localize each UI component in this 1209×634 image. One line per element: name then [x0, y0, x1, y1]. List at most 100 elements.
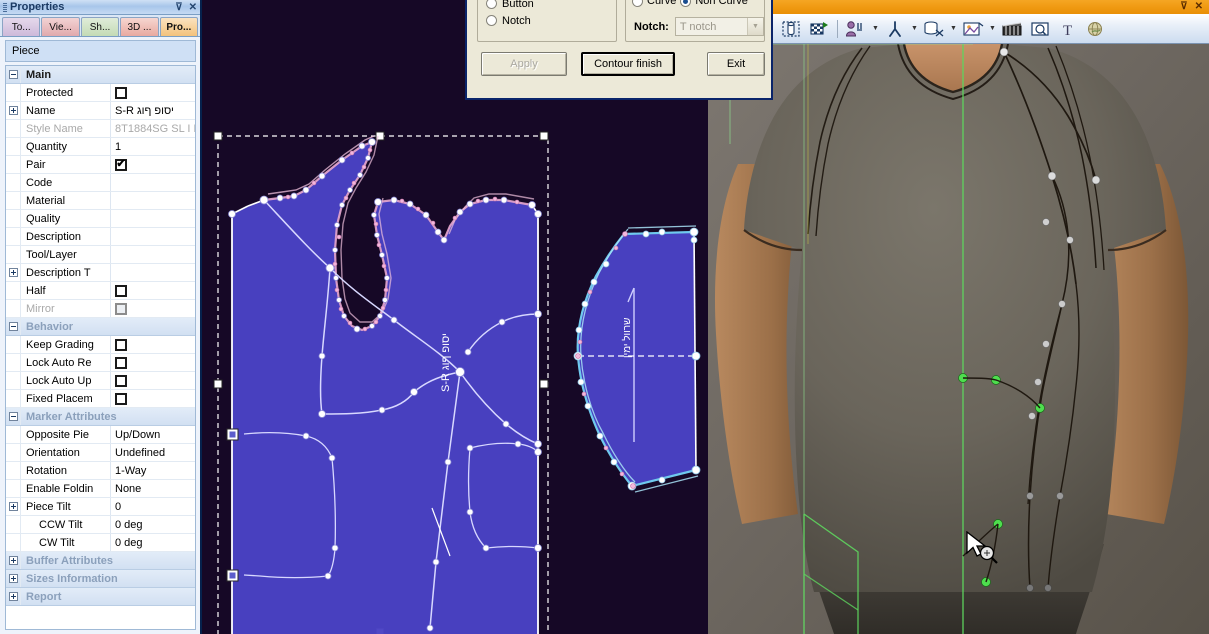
property-row[interactable]: Lock Auto Re [6, 354, 195, 372]
property-value[interactable]: S-R יסופ ףוג [111, 102, 195, 119]
tab-shape[interactable]: Sh... [80, 17, 120, 36]
close-icon[interactable]: ✕ [1195, 2, 1203, 12]
texture-map-icon[interactable] [960, 17, 986, 41]
property-group-main[interactable]: Main [6, 66, 195, 84]
expand-icon[interactable] [6, 264, 21, 281]
chevron-down-icon[interactable]: ▼ [988, 17, 997, 41]
property-value[interactable]: None [111, 480, 195, 497]
property-row[interactable]: Enable Foldin None [6, 480, 195, 498]
radio-button-option[interactable]: Button [478, 0, 616, 12]
property-value[interactable] [111, 390, 195, 407]
expand-icon[interactable] [6, 498, 21, 515]
pin-icon[interactable]: ⊽ [1180, 2, 1187, 12]
pin-icon[interactable]: ⊽ [175, 2, 182, 13]
property-group-behavior[interactable]: Behavior [6, 318, 195, 336]
property-value[interactable]: 1-Way [111, 462, 195, 479]
tab-tools[interactable]: To... [2, 17, 41, 36]
3d-viewport-panel[interactable]: ⊽ ✕ ▼ ▼ ▼ ▼ T [708, 0, 1209, 634]
property-value[interactable] [111, 246, 195, 263]
property-value[interactable] [111, 210, 195, 227]
properties-grid-container[interactable]: Main Protected Name S-R יסופ ףוג Style Name 8… [5, 65, 196, 630]
radio-indicator-non-curve[interactable] [680, 0, 692, 7]
snapshot-icon[interactable] [1027, 17, 1053, 41]
exit-button[interactable]: Exit [707, 52, 765, 76]
radio-notch-option[interactable]: Notch [478, 12, 616, 29]
property-row[interactable]: CW Tilt 0 deg [6, 534, 195, 552]
property-row[interactable]: Description T [6, 264, 195, 282]
property-row[interactable]: Keep Grading [6, 336, 195, 354]
property-value[interactable] [111, 84, 195, 101]
object-type-field[interactable]: Piece [5, 40, 196, 62]
property-row[interactable]: Description [6, 228, 195, 246]
fabric-swatch-icon[interactable] [806, 17, 832, 41]
property-value[interactable]: Up/Down [111, 426, 195, 443]
property-group-report[interactable]: Report [6, 588, 195, 606]
collapse-icon[interactable] [6, 66, 21, 83]
property-row[interactable]: CCW Tilt 0 deg [6, 516, 195, 534]
chevron-down-icon[interactable]: ▼ [910, 17, 919, 41]
checkbox[interactable] [115, 86, 127, 99]
property-value[interactable] [111, 282, 195, 299]
property-row[interactable]: Material [6, 192, 195, 210]
property-value[interactable]: 0 deg [111, 516, 195, 533]
property-value[interactable] [111, 336, 195, 353]
tab-properties[interactable]: Pro... [159, 17, 199, 36]
property-value[interactable] [111, 372, 195, 389]
property-row[interactable]: Fixed Placem [6, 390, 195, 408]
pose-icon[interactable] [882, 17, 908, 41]
property-group-marker-attributes[interactable]: Marker Attributes [6, 408, 195, 426]
property-row[interactable]: Orientation Undefined [6, 444, 195, 462]
property-row[interactable]: Quality [6, 210, 195, 228]
chevron-down-icon[interactable]: ▼ [949, 17, 958, 41]
chevron-down-icon[interactable]: ▼ [871, 17, 880, 41]
property-row[interactable]: Protected [6, 84, 195, 102]
property-row[interactable]: Quantity 1 [6, 138, 195, 156]
property-row[interactable]: Pair ✔ [6, 156, 195, 174]
select-region-icon[interactable] [778, 17, 804, 41]
checkbox[interactable]: ✔ [115, 158, 127, 171]
tab-three-d[interactable]: 3D ... [120, 17, 159, 36]
property-value[interactable]: Undefined [111, 444, 195, 461]
tab-view[interactable]: Vie... [41, 17, 80, 36]
body-front-piece[interactable]: S-R יסופ ףוג [226, 135, 542, 634]
apply-button[interactable]: Apply [481, 52, 567, 76]
property-row[interactable]: Lock Auto Up [6, 372, 195, 390]
checkbox[interactable] [115, 356, 127, 369]
property-value[interactable]: 0 [111, 498, 195, 515]
checkbox[interactable] [115, 338, 127, 351]
property-row[interactable]: Code [6, 174, 195, 192]
property-value[interactable]: 0 deg [111, 534, 195, 551]
radio-indicator-curve[interactable] [632, 0, 643, 7]
property-value[interactable] [111, 228, 195, 245]
expand-icon[interactable] [6, 570, 21, 587]
3d-scene[interactable] [708, 44, 1209, 634]
property-group-sizes-information[interactable]: Sizes Information [6, 570, 195, 588]
checkbox[interactable] [115, 374, 127, 387]
property-group-buffer-attributes[interactable]: Buffer Attributes [6, 552, 195, 570]
property-row[interactable]: Style Name8T1884SG SL I LIII [6, 120, 195, 138]
property-value[interactable]: 1 [111, 138, 195, 155]
property-value[interactable]: ✔ [111, 156, 195, 173]
expand-icon[interactable] [6, 552, 21, 569]
expand-icon[interactable] [6, 102, 21, 119]
drag-grip[interactable] [3, 2, 7, 12]
property-value[interactable]: 8T1884SG SL I LIII [111, 120, 195, 137]
contour-tool-dialog[interactable]: Button Notch Curve Non Curve Notch: T no… [465, 0, 773, 100]
drape-icon[interactable] [921, 17, 947, 41]
property-value[interactable] [111, 174, 195, 191]
property-value[interactable] [111, 300, 195, 317]
expand-icon[interactable] [6, 588, 21, 605]
property-row[interactable]: Opposite Pie Up/Down [6, 426, 195, 444]
avatar-settings-icon[interactable] [843, 17, 869, 41]
contour-finish-button[interactable]: Contour finish [581, 52, 675, 76]
movie-record-icon[interactable] [999, 17, 1025, 41]
property-row[interactable]: Name S-R יסופ ףוג [6, 102, 195, 120]
property-row[interactable]: Half [6, 282, 195, 300]
globe-icon[interactable] [1083, 17, 1109, 41]
checkbox[interactable] [115, 392, 127, 405]
property-value[interactable] [111, 192, 195, 209]
collapse-icon[interactable] [6, 408, 21, 425]
collapse-icon[interactable] [6, 318, 21, 335]
property-row[interactable]: Tool/Layer [6, 246, 195, 264]
checkbox[interactable] [115, 302, 127, 315]
